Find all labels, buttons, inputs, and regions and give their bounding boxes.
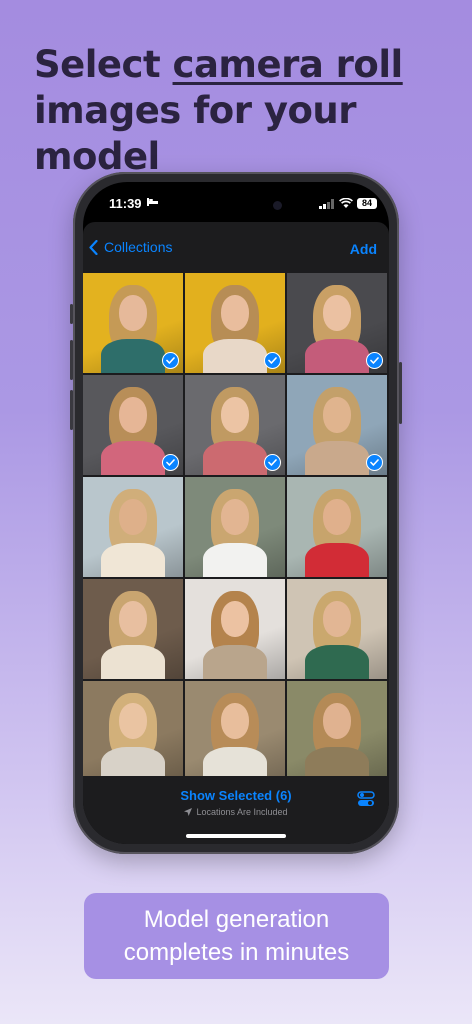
photo-image xyxy=(287,681,387,781)
photo-subject-face xyxy=(323,601,351,637)
photo-thumbnail[interactable] xyxy=(185,681,285,781)
home-indicator xyxy=(186,834,286,838)
photo-thumbnail[interactable] xyxy=(83,375,183,475)
photo-subject-face xyxy=(323,703,351,739)
photo-subject-face xyxy=(221,601,249,637)
back-label: Collections xyxy=(104,239,173,255)
photo-thumbnail[interactable] xyxy=(287,477,387,577)
front-camera xyxy=(273,201,282,210)
photo-subject-body xyxy=(101,645,165,679)
selected-checkmark-icon xyxy=(162,454,179,471)
selected-checkmark-icon xyxy=(264,454,281,471)
side-button-silent xyxy=(70,304,73,324)
status-bar: 11:39 84 xyxy=(83,182,389,226)
selected-checkmark-icon xyxy=(366,454,383,471)
photo-subject-face xyxy=(119,499,147,535)
photo-thumbnail[interactable] xyxy=(185,375,285,475)
phone-frame: 11:39 84 Collections Add Show Selected (… xyxy=(70,172,402,854)
cta-banner: Model generation completes in minutes xyxy=(84,893,389,979)
photo-thumbnail[interactable] xyxy=(287,681,387,781)
cellular-signal-icon xyxy=(319,199,334,209)
photo-image xyxy=(83,681,183,781)
photo-subject-body xyxy=(101,339,165,373)
collections-back-button[interactable]: Collections xyxy=(89,239,172,255)
photo-thumbnail[interactable] xyxy=(185,579,285,679)
headline-underlined: camera roll xyxy=(172,43,404,86)
photo-subject-body xyxy=(305,339,369,373)
photo-image xyxy=(185,681,285,781)
photo-subject-face xyxy=(119,397,147,433)
photo-subject-face xyxy=(221,499,249,535)
locations-text: Locations Are Included xyxy=(196,807,288,817)
photo-image xyxy=(287,579,387,679)
photo-image xyxy=(185,579,285,679)
photo-subject-face xyxy=(323,295,351,331)
photo-image xyxy=(287,477,387,577)
photo-thumbnail[interactable] xyxy=(83,579,183,679)
photo-subject-body xyxy=(203,645,267,679)
selected-checkmark-icon xyxy=(366,352,383,369)
side-button-power xyxy=(399,362,402,424)
photo-subject-body xyxy=(305,543,369,577)
photo-image xyxy=(185,477,285,577)
photo-subject-face xyxy=(221,703,249,739)
photo-subject-body xyxy=(305,441,369,475)
photo-subject-body xyxy=(203,543,267,577)
picker-nav-bar: Collections Add xyxy=(83,222,389,272)
photo-subject-body xyxy=(305,645,369,679)
photo-image xyxy=(83,477,183,577)
photo-subject-body xyxy=(203,339,267,373)
photo-thumbnail[interactable] xyxy=(185,477,285,577)
photo-subject-face xyxy=(221,397,249,433)
photo-subject-face xyxy=(119,703,147,739)
selected-checkmark-icon xyxy=(162,352,179,369)
photo-thumbnail[interactable] xyxy=(83,273,183,373)
headline-line1-prefix: Select xyxy=(34,43,173,86)
status-time: 11:39 xyxy=(109,196,142,211)
add-button[interactable]: Add xyxy=(350,241,377,257)
photo-subject-face xyxy=(323,397,351,433)
options-toggle-icon[interactable] xyxy=(357,790,375,808)
photo-image xyxy=(83,579,183,679)
photo-thumbnail[interactable] xyxy=(83,681,183,781)
photo-subject-body xyxy=(101,543,165,577)
wifi-icon xyxy=(339,198,353,208)
photo-subject-face xyxy=(119,601,147,637)
show-selected-button[interactable]: Show Selected (6) xyxy=(83,788,389,803)
photo-thumbnail[interactable] xyxy=(185,273,285,373)
photo-subject-face xyxy=(119,295,147,331)
location-arrow-icon xyxy=(184,808,193,816)
photo-thumbnail[interactable] xyxy=(287,375,387,475)
dynamic-island xyxy=(201,194,279,218)
headline-line2: images for your model xyxy=(34,89,356,178)
locations-note: Locations Are Included xyxy=(83,807,389,817)
photo-subject-body xyxy=(101,441,165,475)
phone-screen: 11:39 84 Collections Add Show Selected (… xyxy=(83,182,389,844)
side-button-volume-up xyxy=(70,340,73,380)
side-button-volume-down xyxy=(70,390,73,430)
photo-subject-body xyxy=(203,441,267,475)
photo-subject-face xyxy=(221,295,249,331)
battery-indicator: 84 xyxy=(357,198,377,209)
chevron-left-icon xyxy=(89,239,98,255)
photo-subject-face xyxy=(323,499,351,535)
photo-thumbnail[interactable] xyxy=(83,477,183,577)
cta-line2: completes in minutes xyxy=(123,939,350,966)
selected-checkmark-icon xyxy=(264,352,281,369)
photo-thumbnail[interactable] xyxy=(287,579,387,679)
photo-picker-sheet: Collections Add Show Selected (6) Locati… xyxy=(83,222,389,844)
photo-thumbnail[interactable] xyxy=(287,273,387,373)
cta-line1: Model generation xyxy=(143,906,330,933)
sleep-focus-icon xyxy=(147,198,158,206)
headline: Select camera roll images for your model xyxy=(34,42,464,180)
picker-footer: Show Selected (6) Locations Are Included xyxy=(83,776,389,844)
